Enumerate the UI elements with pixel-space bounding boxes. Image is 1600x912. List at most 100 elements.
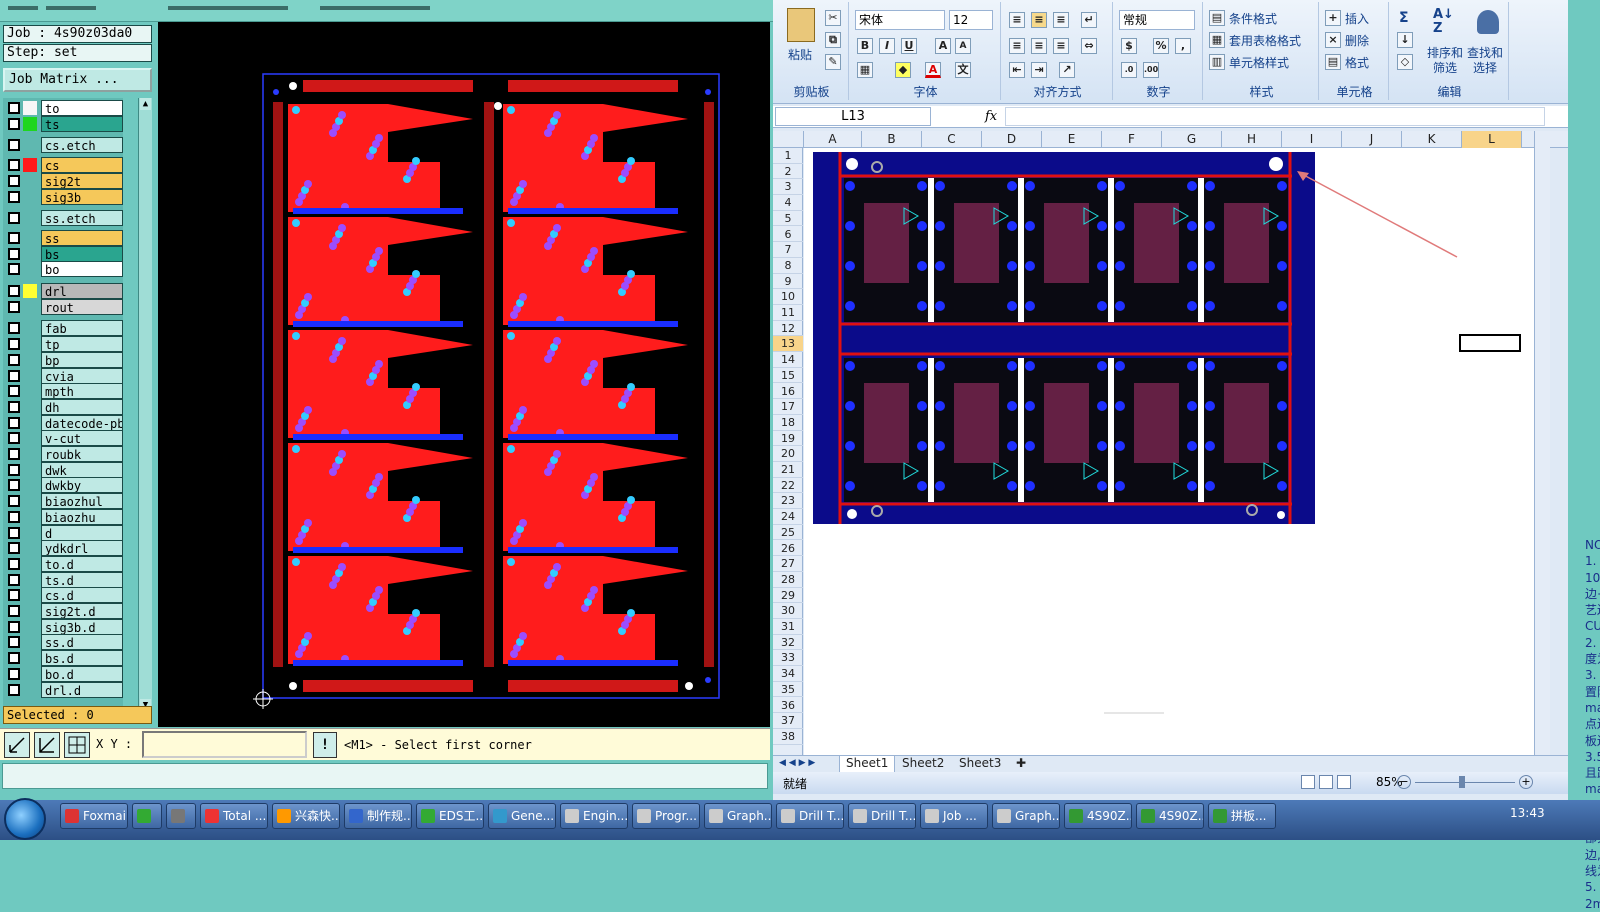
layer-checkbox[interactable]	[8, 285, 20, 297]
bold-button[interactable]: B	[857, 38, 873, 54]
layer-row-datecode-pb[interactable]: datecode-pb	[5, 414, 123, 431]
layer-row-bo[interactable]: bo	[5, 261, 123, 278]
layer-checkbox[interactable]	[8, 231, 20, 244]
align-center-icon[interactable]: ≡	[1031, 38, 1047, 54]
sheet-tab-sheet2[interactable]: Sheet2	[896, 756, 950, 772]
layer-checkbox[interactable]	[8, 385, 20, 398]
layer-checkbox[interactable]	[8, 448, 20, 460]
zoom-fit-icon[interactable]	[4, 732, 30, 758]
paste-icon[interactable]	[787, 8, 815, 42]
layer-checkbox[interactable]	[8, 510, 20, 523]
layer-row-ts[interactable]: ts	[5, 115, 123, 132]
underline-button[interactable]: U	[901, 38, 917, 54]
taskbar-item[interactable]: Drill T...	[848, 803, 916, 829]
layer-checkbox[interactable]	[8, 636, 20, 649]
taskbar-item[interactable]: 拼板...	[1208, 803, 1276, 829]
layer-row-to[interactable]: to	[5, 100, 123, 116]
row-header-27[interactable]: 27	[773, 556, 803, 572]
row-header-38[interactable]: 38	[773, 729, 803, 745]
layer-checkbox[interactable]	[8, 174, 20, 187]
layer-checkbox[interactable]	[8, 353, 20, 366]
layer-checkbox[interactable]	[8, 652, 20, 665]
percent-button[interactable]: %	[1153, 38, 1169, 54]
decrease-decimal-icon[interactable]: .00	[1143, 62, 1159, 78]
layer-checkbox[interactable]	[8, 102, 20, 114]
taskbar-item[interactable]: Gene...	[488, 803, 556, 829]
page-layout-icon[interactable]	[1319, 775, 1333, 789]
layer-row-ts.d[interactable]: ts.d	[5, 571, 123, 588]
row-header-21[interactable]: 21	[773, 462, 803, 478]
layer-row-bs.d[interactable]: bs.d	[5, 650, 123, 667]
italic-button[interactable]: I	[879, 38, 895, 54]
row-header-1[interactable]: 1	[773, 148, 803, 164]
layer-row-drl.d[interactable]: drl.d	[5, 681, 123, 698]
row-header-10[interactable]: 10	[773, 289, 803, 305]
layer-row-ss[interactable]: ss	[5, 229, 123, 246]
currency-icon[interactable]: $	[1121, 38, 1137, 54]
taskbar-item[interactable]	[166, 803, 196, 829]
layer-checkbox[interactable]	[8, 573, 20, 586]
taskbar-item[interactable]: 4S90Z...	[1064, 803, 1132, 829]
row-header-12[interactable]: 12	[773, 321, 803, 337]
name-box[interactable]: L13	[775, 107, 931, 126]
align-middle-icon[interactable]: ≡	[1031, 12, 1047, 28]
layer-row-tp[interactable]: tp	[5, 336, 123, 353]
layer-row-rout[interactable]: rout	[5, 298, 123, 315]
paste-button[interactable]: 粘贴	[788, 46, 812, 63]
format-painter-icon[interactable]: ✎	[825, 54, 841, 70]
grow-font-button[interactable]: A	[935, 38, 951, 54]
layer-checkbox[interactable]	[8, 400, 20, 413]
row-header-5[interactable]: 5	[773, 211, 803, 227]
taskbar-item[interactable]: Progr...	[632, 803, 700, 829]
clear-icon[interactable]: ◇	[1397, 54, 1413, 70]
layer-checkbox[interactable]	[8, 463, 20, 476]
row-header-23[interactable]: 23	[773, 493, 803, 510]
scroll-up-icon[interactable]: ▲	[140, 98, 151, 110]
align-bottom-icon[interactable]: ≡	[1053, 12, 1069, 28]
row-header-7[interactable]: 7	[773, 242, 803, 258]
decrease-indent-icon[interactable]: ⇤	[1009, 62, 1025, 78]
increase-decimal-icon[interactable]: .0	[1121, 62, 1137, 78]
fx-button[interactable]: fx	[985, 109, 997, 124]
layer-checkbox[interactable]	[8, 683, 20, 696]
row-header-20[interactable]: 20	[773, 446, 803, 462]
layer-checkbox[interactable]	[8, 322, 20, 335]
layer-row-ss.etch[interactable]: ss.etch	[5, 210, 123, 227]
layer-checkbox[interactable]	[8, 526, 20, 539]
find-select-button[interactable]: 查找和 选择	[1467, 46, 1503, 76]
layer-checkbox[interactable]	[8, 300, 20, 313]
delete-button[interactable]: 删除	[1345, 32, 1369, 49]
row-header-26[interactable]: 26	[773, 541, 803, 557]
table-format-button[interactable]: 套用表格格式	[1229, 32, 1301, 49]
sheet-tab-sheet3[interactable]: Sheet3	[953, 756, 1007, 772]
taskbar-item[interactable]: 4S90Z...	[1136, 803, 1204, 829]
column-header-D[interactable]: D	[982, 131, 1042, 148]
taskbar-item[interactable]: Foxmail	[60, 803, 128, 829]
taskbar-item[interactable]: Drill T...	[776, 803, 844, 829]
layer-row-drl[interactable]: drl	[5, 283, 123, 299]
insert-sheet-icon[interactable]: ✚	[1010, 756, 1032, 772]
xy-input[interactable]	[142, 731, 307, 758]
row-header-35[interactable]: 35	[773, 682, 803, 698]
row-header-3[interactable]: 3	[773, 179, 803, 196]
layer-row-dh[interactable]: dh	[5, 398, 123, 415]
pause-button[interactable]: !	[313, 732, 337, 758]
fill-color-icon[interactable]: ◆	[895, 62, 911, 78]
column-header-L[interactable]: L	[1462, 131, 1522, 148]
align-right-icon[interactable]: ≡	[1053, 38, 1069, 54]
taskbar-item[interactable]: Total ...	[200, 803, 268, 829]
column-header-H[interactable]: H	[1222, 131, 1282, 148]
layer-row-mpth[interactable]: mpth	[5, 383, 123, 400]
page-break-icon[interactable]	[1337, 775, 1351, 789]
layer-checkbox[interactable]	[8, 212, 20, 225]
column-header-G[interactable]: G	[1162, 131, 1222, 148]
merge-center-icon[interactable]: ⇔	[1081, 38, 1097, 54]
row-header-36[interactable]: 36	[773, 698, 803, 714]
row-header-37[interactable]: 37	[773, 713, 803, 729]
normal-view-icon[interactable]	[1301, 775, 1315, 789]
format-button[interactable]: 格式	[1345, 54, 1369, 71]
layer-checkbox[interactable]	[8, 667, 20, 680]
layer-row-biaozhu[interactable]: biaozhu	[5, 508, 123, 525]
column-header-A[interactable]: A	[804, 131, 862, 148]
row-header-30[interactable]: 30	[773, 603, 803, 619]
